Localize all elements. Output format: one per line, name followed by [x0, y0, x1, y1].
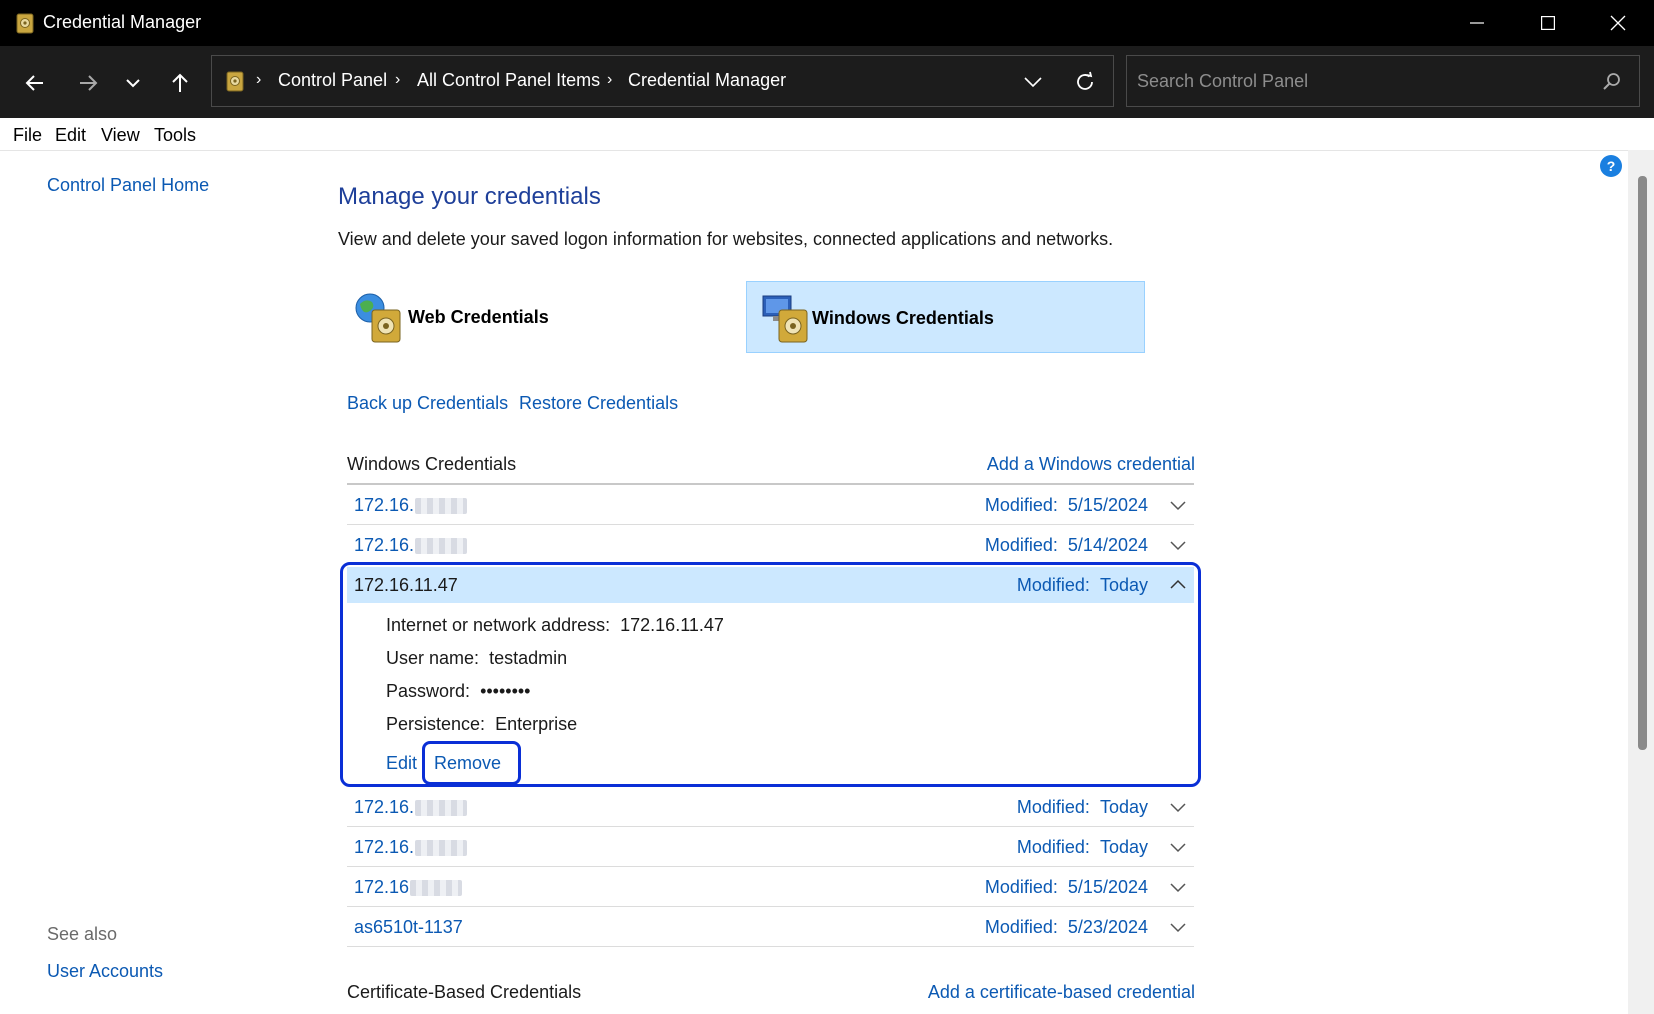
credential-manager-icon	[16, 13, 34, 34]
close-icon	[1610, 15, 1626, 31]
web-credentials-label: Web Credentials	[408, 307, 549, 327]
redacted-block	[415, 800, 468, 817]
windows-credentials-icon	[762, 295, 808, 343]
web-credentials-icon	[355, 293, 401, 343]
web-credentials-tile[interactable]: Web Credentials	[350, 281, 740, 353]
arrow-up-icon	[172, 73, 188, 92]
credential-modified: Modified: Today	[1016, 575, 1148, 595]
minimize-icon	[1470, 22, 1484, 24]
credential-row[interactable]: 172.16. Modified: Today	[347, 827, 1194, 867]
user-accounts-link[interactable]: User Accounts	[47, 961, 163, 982]
credential-modified: Modified: 5/15/2024	[984, 495, 1148, 515]
persistence-detail: Persistence: Enterprise	[386, 714, 578, 734]
page-description: View and delete your saved logon informa…	[338, 229, 1114, 249]
breadcrumb-control-panel[interactable]: Control Panel	[278, 70, 387, 91]
back-button[interactable]	[18, 66, 52, 100]
credential-name: 172.16	[354, 877, 463, 898]
navigation-bar: › Control Panel › All Control Panel Item…	[0, 46, 1654, 118]
credential-name: 172.16.	[354, 535, 468, 556]
control-panel-home-link[interactable]: Control Panel Home	[47, 175, 209, 196]
windows-credentials-tile[interactable]: Windows Credentials	[746, 281, 1145, 353]
page-title: Manage your credentials	[338, 183, 601, 210]
breadcrumb-separator: ›	[395, 71, 401, 88]
restore-credentials-link[interactable]: Restore Credentials	[519, 393, 678, 414]
arrow-right-icon	[80, 75, 98, 91]
expanded-credential-header[interactable]: 172.16.11.47 Modified: Today	[347, 567, 1194, 603]
redacted-block	[410, 880, 463, 897]
credential-row[interactable]: as6510t-1137 Modified: 5/23/2024	[347, 907, 1194, 947]
credential-modified: Modified: Today	[1016, 837, 1148, 857]
credential-name: as6510t-1137	[354, 917, 463, 937]
chevron-down-icon[interactable]	[1170, 839, 1186, 855]
chevron-up-icon[interactable]	[1170, 577, 1186, 593]
forward-button[interactable]	[71, 66, 105, 100]
credential-row[interactable]: 172.16. Modified: Today	[347, 787, 1194, 827]
window-title: Credential Manager	[43, 12, 202, 32]
breadcrumb-credential-manager[interactable]: Credential Manager	[628, 70, 786, 91]
redacted-block	[415, 538, 468, 555]
windows-credentials-label: Windows Credentials	[812, 308, 994, 328]
credential-name: 172.16.	[354, 837, 468, 858]
credential-manager-window: Credential Manager › Control Panel › All…	[0, 0, 1654, 1014]
refresh-icon[interactable]	[1074, 71, 1096, 93]
chevron-down-icon[interactable]	[1024, 75, 1042, 89]
search-icon[interactable]	[1603, 72, 1621, 90]
add-certificate-credential-link[interactable]: Add a certificate-based credential	[928, 982, 1195, 1003]
credential-name: 172.16.	[354, 797, 468, 818]
edit-credential-link[interactable]: Edit	[386, 753, 417, 774]
credential-modified: Modified: 5/23/2024	[984, 917, 1148, 937]
recent-locations-button[interactable]	[116, 66, 150, 100]
up-button[interactable]	[163, 66, 197, 100]
backup-credentials-link[interactable]: Back up Credentials	[347, 393, 508, 414]
password-detail: Password: ••••••••	[386, 681, 531, 701]
chevron-down-icon	[126, 79, 140, 88]
credential-row[interactable]: 172.16. Modified: 5/15/2024	[347, 485, 1194, 525]
menu-bar: File Edit View Tools	[0, 118, 1654, 151]
credential-manager-icon	[226, 71, 244, 92]
windows-credentials-section-title: Windows Credentials	[347, 454, 517, 474]
chevron-down-icon[interactable]	[1170, 497, 1186, 513]
credential-name: 172.16.11.47	[354, 575, 458, 595]
search-placeholder: Search Control Panel	[1137, 71, 1309, 91]
credential-row[interactable]: 172.16. Modified: 5/14/2024	[347, 525, 1194, 565]
network-address-detail: Internet or network address: 172.16.11.4…	[386, 615, 724, 635]
credential-modified: Modified: 5/14/2024	[984, 535, 1148, 555]
breadcrumb-all-items[interactable]: All Control Panel Items	[417, 70, 600, 91]
redacted-block	[415, 840, 468, 857]
maximize-icon	[1541, 16, 1555, 30]
credential-row[interactable]: 172.16 Modified: 5/15/2024	[347, 867, 1194, 907]
breadcrumb-separator: ›	[607, 71, 613, 88]
title-bar: Credential Manager	[0, 0, 1654, 46]
arrow-left-icon	[25, 75, 43, 91]
search-input[interactable]: Search Control Panel	[1126, 55, 1640, 107]
chevron-down-icon[interactable]	[1170, 799, 1186, 815]
menu-file[interactable]: File	[13, 125, 42, 146]
scrollbar-thumb[interactable]	[1638, 176, 1647, 750]
remove-credential-link[interactable]: Remove	[434, 753, 501, 774]
certificate-section-title: Certificate-Based Credentials	[347, 982, 582, 1002]
chevron-down-icon[interactable]	[1170, 919, 1186, 935]
credential-modified: Modified: Today	[1016, 797, 1148, 817]
redacted-block	[415, 498, 468, 515]
address-bar[interactable]: › Control Panel › All Control Panel Item…	[211, 55, 1114, 107]
breadcrumb-separator: ›	[256, 71, 262, 88]
menu-edit[interactable]: Edit	[55, 125, 86, 146]
menu-tools[interactable]: Tools	[154, 125, 196, 146]
credential-name: 172.16.	[354, 495, 468, 516]
vertical-scrollbar[interactable]	[1628, 150, 1654, 1014]
maximize-button[interactable]	[1514, 0, 1582, 46]
chevron-down-icon[interactable]	[1170, 879, 1186, 895]
close-button[interactable]	[1584, 0, 1652, 46]
credential-modified: Modified: 5/15/2024	[984, 877, 1148, 897]
help-icon[interactable]: ?	[1600, 155, 1622, 177]
chevron-down-icon[interactable]	[1170, 537, 1186, 553]
menu-view[interactable]: View	[101, 125, 140, 146]
user-name-detail: User name: testadmin	[386, 648, 568, 668]
minimize-button[interactable]	[1443, 0, 1511, 46]
add-windows-credential-link[interactable]: Add a Windows credential	[987, 454, 1195, 475]
see-also-label: See also	[47, 924, 118, 944]
